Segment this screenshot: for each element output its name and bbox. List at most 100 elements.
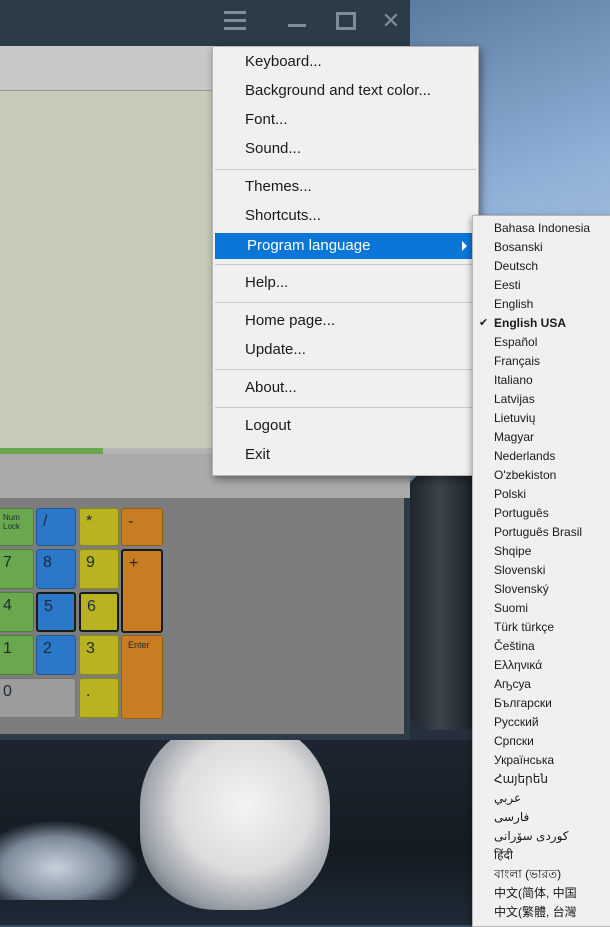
language-option-label: Ελληνικά xyxy=(494,658,543,672)
language-option[interactable]: English xyxy=(473,295,610,314)
language-option[interactable]: Nederlands xyxy=(473,447,610,466)
key-7[interactable]: 7 xyxy=(0,549,34,589)
language-option[interactable]: Português Brasil xyxy=(473,523,610,542)
language-submenu: Bahasa Indonesia Bosanski Deutsch Eesti Engl… xyxy=(472,215,610,927)
language-option[interactable]: فارسی xyxy=(473,808,610,827)
language-option-label: 中文(简体, 中国 xyxy=(494,886,577,900)
menu-item-program-language[interactable]: Program language xyxy=(215,233,473,259)
key-8[interactable]: 8 xyxy=(36,549,76,589)
language-option[interactable]: हिंदी xyxy=(473,846,610,865)
key-3[interactable]: 3 xyxy=(79,635,119,675)
key-slash[interactable]: / xyxy=(36,508,76,546)
menu-separator xyxy=(215,369,476,370)
hamburger-icon[interactable] xyxy=(222,10,248,32)
key-5[interactable]: 5 xyxy=(36,592,76,632)
language-option[interactable]: Français xyxy=(473,352,610,371)
language-option[interactable]: Аҧсуа xyxy=(473,675,610,694)
main-menu: Keyboard... Background and text color...… xyxy=(212,46,479,476)
language-option[interactable]: Português xyxy=(473,504,610,523)
language-option[interactable]: Español xyxy=(473,333,610,352)
language-option[interactable]: O'zbekiston xyxy=(473,466,610,485)
language-option[interactable]: Polski xyxy=(473,485,610,504)
language-option-label: Português xyxy=(494,506,549,520)
language-option[interactable]: عربي xyxy=(473,789,610,808)
key-minus[interactable]: - xyxy=(121,508,163,546)
menu-item-background-text-color[interactable]: Background and text color... xyxy=(213,78,478,104)
language-option[interactable]: كوردی سۆرانی xyxy=(473,827,610,846)
key-dot[interactable]: . xyxy=(79,678,119,718)
language-option[interactable]: Bahasa Indonesia xyxy=(473,219,610,238)
key-6[interactable]: 6 xyxy=(79,592,119,632)
language-option[interactable]: Eesti xyxy=(473,276,610,295)
language-option-label: Español xyxy=(494,335,538,349)
desktop-snow xyxy=(0,820,140,900)
menu-item-themes[interactable]: Themes... xyxy=(213,174,478,200)
penguin-body-image xyxy=(140,720,330,910)
language-option[interactable]: Shqipe xyxy=(473,542,610,561)
language-option-label: Հայերեն xyxy=(494,772,548,786)
close-icon[interactable]: ✕ xyxy=(378,10,404,32)
maximize-icon[interactable] xyxy=(332,10,358,32)
key-num-lock[interactable]: Num Lock xyxy=(0,508,34,546)
language-option[interactable]: বাংলা (ভারত) xyxy=(473,865,610,884)
language-option-label: O'zbekiston xyxy=(494,468,557,482)
language-option[interactable]: ✔ English USA xyxy=(473,314,610,333)
language-option[interactable]: Latvijas xyxy=(473,390,610,409)
language-option-label: Português Brasil xyxy=(494,525,583,539)
key-asterisk[interactable]: * xyxy=(79,508,119,546)
language-option[interactable]: Български xyxy=(473,694,610,713)
menu-item-about[interactable]: About... xyxy=(213,375,478,401)
menu-item-exit[interactable]: Exit xyxy=(213,442,478,468)
language-option[interactable]: Magyar xyxy=(473,428,610,447)
language-option[interactable]: Հայերեն xyxy=(473,770,610,789)
key-plus[interactable]: + xyxy=(121,549,163,633)
key-2[interactable]: 2 xyxy=(36,635,76,675)
language-option[interactable]: 中文(繁體, 台灣 xyxy=(473,903,610,922)
menu-item-logout[interactable]: Logout xyxy=(213,413,478,439)
language-option-label: हिंदी xyxy=(494,848,513,862)
menu-item-sound[interactable]: Sound... xyxy=(213,136,478,162)
menu-separator xyxy=(215,407,476,408)
language-option-label: Bahasa Indonesia xyxy=(494,221,591,235)
language-option[interactable]: Lietuvių xyxy=(473,409,610,428)
language-option[interactable]: Türk türkçe xyxy=(473,618,610,637)
key-enter[interactable]: Enter xyxy=(121,635,163,719)
language-option-label: عربي xyxy=(494,791,522,805)
language-option-label: Slovenský xyxy=(494,582,549,596)
menu-item-help[interactable]: Help... xyxy=(213,270,478,296)
language-option-label: Српски xyxy=(494,734,534,748)
key-9[interactable]: 9 xyxy=(79,549,119,589)
language-option[interactable]: Русский xyxy=(473,713,610,732)
key-1[interactable]: 1 xyxy=(0,635,34,675)
language-option-label: Български xyxy=(494,696,552,710)
language-option[interactable]: Suomi xyxy=(473,599,610,618)
language-option-label: English USA xyxy=(494,316,567,330)
key-4[interactable]: 4 xyxy=(0,592,34,632)
title-bar: ✕ xyxy=(0,0,410,44)
language-option-label: كوردی سۆرانی xyxy=(494,829,569,843)
menu-item-font[interactable]: Font... xyxy=(213,107,478,133)
checkmark-icon: ✔ xyxy=(479,317,489,329)
language-option[interactable]: Српски xyxy=(473,732,610,751)
language-option[interactable]: Ελληνικά xyxy=(473,656,610,675)
language-option[interactable]: Українська xyxy=(473,751,610,770)
language-option[interactable]: Deutsch xyxy=(473,257,610,276)
minimize-icon[interactable] xyxy=(284,10,310,32)
key-0[interactable]: 0 xyxy=(0,678,76,718)
language-option[interactable]: Čeština xyxy=(473,637,610,656)
language-option[interactable]: Bosanski xyxy=(473,238,610,257)
language-option[interactable]: 中文(简体, 中国 xyxy=(473,884,610,903)
menu-item-update[interactable]: Update... xyxy=(213,337,478,363)
language-option-label: বাংলা (ভারত) xyxy=(494,867,562,881)
language-option[interactable]: Slovenský xyxy=(473,580,610,599)
language-option[interactable]: Slovenski xyxy=(473,561,610,580)
language-option-label: Čeština xyxy=(494,639,535,653)
menu-item-keyboard[interactable]: Keyboard... xyxy=(213,49,478,75)
language-option-label: Eesti xyxy=(494,278,521,292)
menu-separator xyxy=(215,302,476,303)
menu-item-program-language-label: Program language xyxy=(247,237,371,254)
menu-item-home-page[interactable]: Home page... xyxy=(213,308,478,334)
language-option-label: Deutsch xyxy=(494,259,539,273)
menu-item-shortcuts[interactable]: Shortcuts... xyxy=(213,203,478,229)
language-option[interactable]: Italiano xyxy=(473,371,610,390)
